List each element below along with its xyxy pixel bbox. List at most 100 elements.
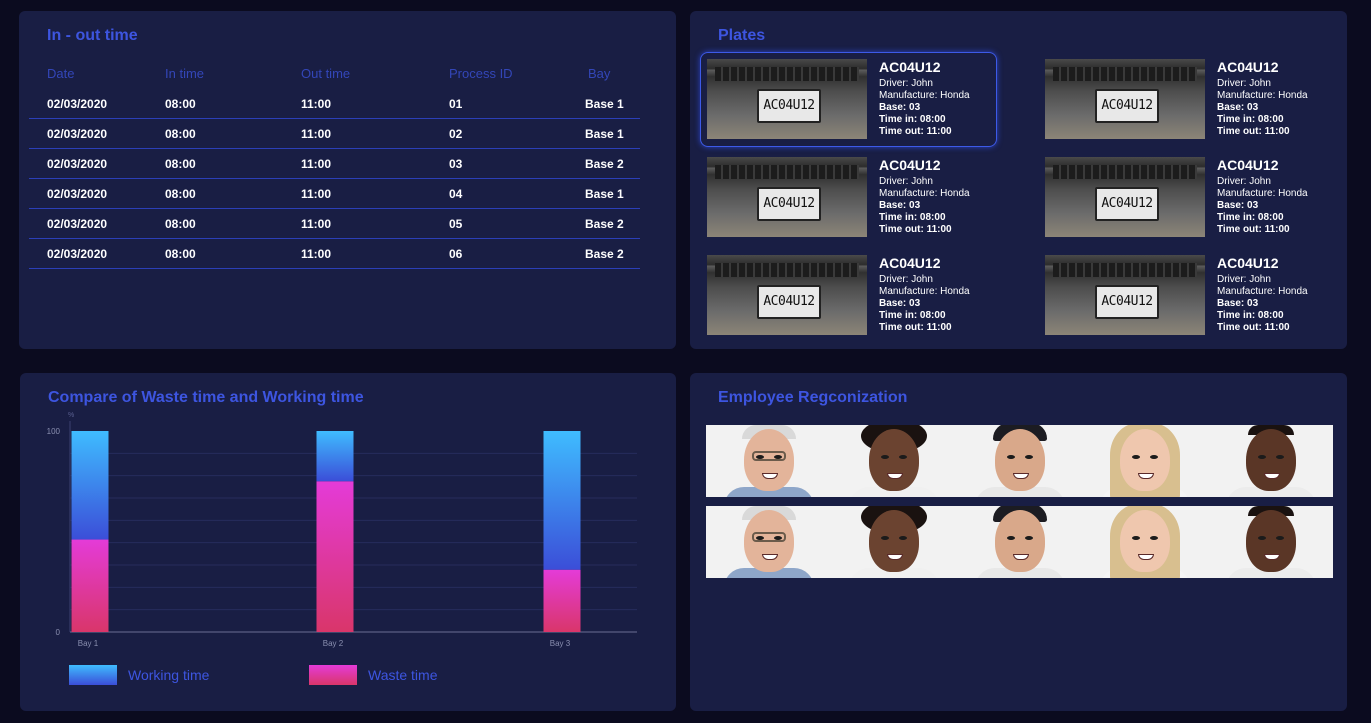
employee-photo-man-with-cap[interactable] (956, 425, 1083, 497)
employee-photo-man-with-cap[interactable] (956, 506, 1083, 578)
employee-face-row (706, 506, 1333, 578)
col-in-time[interactable]: In time (165, 66, 204, 81)
plate-info: AC04U12 Driver: John Manufacture: Honda Bas… (1217, 59, 1308, 138)
car-grill-graphic (715, 67, 859, 81)
cell-process-id: 01 (449, 97, 463, 111)
plate-manufacture: Manufacture: Honda (879, 90, 970, 101)
inout-table: Date In time Out time Process ID Bay 02/… (29, 63, 640, 269)
legend-waste-swatch (309, 665, 357, 685)
cell-process-id: 05 (449, 217, 463, 231)
plate-time-in: Time in: 08:00 (1217, 114, 1284, 125)
employee-photo-young-woman-curly-hair[interactable] (831, 506, 957, 578)
plate-driver: Driver: John (879, 78, 933, 89)
plate-time-out: Time out: 11:00 (879, 126, 952, 137)
plate-manufacture: Manufacture: Honda (1217, 90, 1308, 101)
plate-manufacture: Manufacture: Honda (879, 286, 970, 297)
car-plate-photo: AC04U12 (1045, 157, 1205, 237)
col-bay[interactable]: Bay (588, 66, 610, 81)
plate-card[interactable]: AC04U12 AC04U12 Driver: John Manufacture: H… (700, 52, 997, 147)
plate-info: AC04U12 Driver: John Manufacture: Honda Bas… (1217, 255, 1308, 334)
plate-card[interactable]: AC04U12 AC04U12 Driver: John Manufacture: H… (700, 150, 997, 245)
cell-bay: Base 1 (585, 187, 624, 201)
cell-process-id: 03 (449, 157, 463, 171)
cell-date: 02/03/2020 (47, 157, 108, 171)
plate-card[interactable]: AC04U12 AC04U12 Driver: John Manufacture: H… (1038, 248, 1335, 343)
car-plate-photo: AC04U12 (707, 255, 867, 335)
employee-face-row (706, 425, 1333, 497)
table-row[interactable]: 02/03/2020 08:00 11:00 06 Base 2 (29, 239, 640, 269)
plates-panel: Plates AC04U12 AC04U12 Driver: John Manufac… (690, 11, 1347, 349)
employee-photo-blonde-woman[interactable] (1082, 425, 1208, 497)
cell-date: 02/03/2020 (47, 127, 108, 141)
plate-manufacture: Manufacture: Honda (1217, 188, 1308, 199)
employee-title: Employee Regconization (718, 389, 908, 406)
cell-out-time: 11:00 (301, 127, 332, 141)
bar-waste-time (316, 481, 354, 632)
cell-out-time: 11:00 (301, 157, 332, 171)
plates-title: Plates (718, 27, 766, 44)
plate-card[interactable]: AC04U12 AC04U12 Driver: John Manufacture: H… (1038, 52, 1335, 147)
plate-time-in: Time in: 08:00 (1217, 212, 1284, 223)
cell-process-id: 06 (449, 247, 463, 261)
employee-photo-elderly-man-with-glasses[interactable] (706, 506, 832, 578)
plate-time-in: Time in: 08:00 (1217, 310, 1284, 321)
legend-working-label: Working time (128, 667, 210, 683)
car-grill-graphic (1053, 67, 1197, 81)
car-plate-photo: AC04U12 (707, 157, 867, 237)
car-plate-photo: AC04U12 (1045, 59, 1205, 139)
col-date[interactable]: Date (47, 66, 74, 81)
cell-out-time: 11:00 (301, 247, 332, 261)
table-row[interactable]: 02/03/2020 08:00 11:00 01 Base 1 (29, 89, 640, 119)
license-plate-image-text: AC04U12 (757, 187, 821, 221)
cell-out-time: 11:00 (301, 187, 332, 201)
employee-photo-blonde-woman[interactable] (1082, 506, 1208, 578)
col-process-id[interactable]: Process ID (449, 66, 513, 81)
cell-date: 02/03/2020 (47, 97, 108, 111)
plate-code: AC04U12 (1217, 157, 1279, 173)
cell-bay: Base 1 (585, 97, 624, 111)
waste-working-chart-panel: Compare of Waste time and Working time %… (20, 373, 676, 711)
table-row[interactable]: 02/03/2020 08:00 11:00 02 Base 1 (29, 119, 640, 149)
cell-bay: Base 2 (585, 217, 624, 231)
plate-card[interactable]: AC04U12 AC04U12 Driver: John Manufacture: H… (700, 248, 997, 343)
car-grill-graphic (1053, 165, 1197, 179)
cell-date: 02/03/2020 (47, 187, 108, 201)
plate-code: AC04U12 (879, 59, 941, 75)
table-row[interactable]: 02/03/2020 08:00 11:00 03 Base 2 (29, 149, 640, 179)
car-plate-photo: AC04U12 (1045, 255, 1205, 335)
license-plate-image-text: AC04U12 (1095, 285, 1159, 319)
cell-out-time: 11:00 (301, 97, 332, 111)
employee-recognition-panel: Employee Regconization (690, 373, 1347, 711)
employee-photo-young-woman-curly-hair[interactable] (831, 425, 957, 497)
legend-waste-label: Waste time (368, 667, 438, 683)
cell-in-time: 08:00 (165, 97, 196, 111)
legend-working-swatch (69, 665, 117, 685)
license-plate-image-text: AC04U12 (757, 89, 821, 123)
bar-working-time (543, 431, 581, 570)
table-row[interactable]: 02/03/2020 08:00 11:00 05 Base 2 (29, 209, 640, 239)
x-tick-label: Bay 3 (550, 639, 571, 648)
plate-driver: Driver: John (879, 274, 933, 285)
car-grill-graphic (715, 263, 859, 277)
employee-photo-young-man[interactable] (1207, 425, 1333, 497)
plate-info: AC04U12 Driver: John Manufacture: Honda Bas… (1217, 157, 1308, 236)
cell-bay: Base 2 (585, 157, 624, 171)
x-tick-label: Bay 1 (78, 639, 99, 648)
plate-card[interactable]: AC04U12 AC04U12 Driver: John Manufacture: H… (1038, 150, 1335, 245)
plate-base: Base: 03 (879, 102, 921, 113)
car-grill-graphic (1053, 263, 1197, 277)
table-header: Date In time Out time Process ID Bay (29, 63, 640, 89)
plate-code: AC04U12 (879, 255, 941, 271)
plate-time-out: Time out: 11:00 (879, 224, 952, 235)
employee-photo-young-man[interactable] (1207, 506, 1333, 578)
employee-photo-elderly-man-with-glasses[interactable] (706, 425, 832, 497)
bar-chart: % 0 100 Bay 1 Bay 2 Bay 3 (47, 412, 637, 648)
cell-process-id: 02 (449, 127, 463, 141)
car-grill-graphic (715, 165, 859, 179)
x-tick-label: Bay 2 (323, 639, 344, 648)
plate-manufacture: Manufacture: Honda (879, 188, 970, 199)
plate-base: Base: 03 (1217, 102, 1259, 113)
table-row[interactable]: 02/03/2020 08:00 11:00 04 Base 1 (29, 179, 640, 209)
plate-code: AC04U12 (1217, 59, 1279, 75)
col-out-time[interactable]: Out time (301, 66, 350, 81)
